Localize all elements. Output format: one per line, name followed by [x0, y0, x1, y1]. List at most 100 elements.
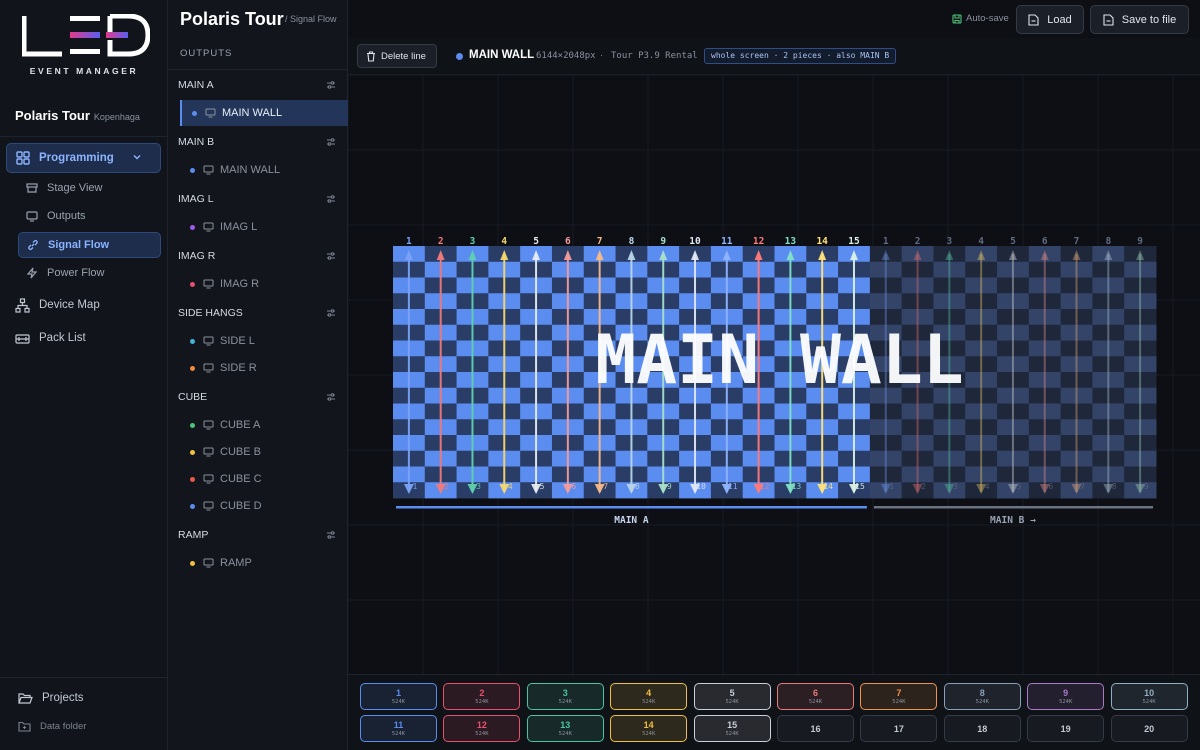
- port-tile[interactable]: 12 524K: [443, 715, 521, 742]
- nav-data-folder[interactable]: Data folder: [18, 714, 86, 738]
- port-tile[interactable]: 2 524K: [443, 683, 521, 710]
- main-a-label: MAIN A: [614, 515, 649, 526]
- port-tile[interactable]: 8 524K: [943, 683, 1021, 710]
- output-group-header[interactable]: RAMP: [178, 525, 338, 545]
- signal-line-number: 12: [760, 482, 770, 491]
- port-load: 524K: [1142, 699, 1156, 705]
- port-number: 6: [812, 688, 818, 698]
- output-color-dot: [190, 167, 195, 173]
- nav-device-map[interactable]: Device Map: [15, 293, 100, 317]
- nav-data-folder-label: Data folder: [40, 720, 87, 732]
- output-item[interactable]: MAIN WALL: [180, 100, 348, 126]
- nav-projects[interactable]: Projects: [18, 686, 84, 710]
- port-tile[interactable]: 20: [1110, 715, 1188, 742]
- port-number: 2: [479, 688, 485, 698]
- output-item-label: IMAG R: [220, 278, 260, 290]
- main-b-label: MAIN B →: [990, 515, 1036, 526]
- output-item[interactable]: CUBE B: [178, 439, 338, 465]
- nav-pack-list[interactable]: Pack List: [15, 326, 86, 350]
- port-load: 524K: [725, 699, 739, 705]
- sliders-icon[interactable]: [326, 80, 336, 90]
- nav-stage-view[interactable]: Stage View: [26, 177, 102, 199]
- nav-power-flow[interactable]: Power Flow: [26, 262, 104, 284]
- port-tile[interactable]: 13 524K: [526, 715, 604, 742]
- divider: [0, 677, 168, 678]
- screen-resolution: 6144×2048px: [536, 51, 596, 61]
- autosave-indicator[interactable]: Auto-save: [952, 13, 1009, 24]
- load-button[interactable]: Load: [1016, 5, 1084, 34]
- signal-flow-stage[interactable]: 1122334455667788991010111112121313141415…: [348, 75, 1200, 675]
- sliders-icon[interactable]: [326, 251, 336, 261]
- ports-panel: 1 524K 2 524K 3 524K 4 524K 5 524K 6 524K 7 524K 8 524K…: [348, 674, 1200, 750]
- port-tile[interactable]: 18: [943, 715, 1021, 742]
- output-item[interactable]: IMAG L: [178, 214, 338, 240]
- output-item[interactable]: SIDE L: [178, 328, 338, 354]
- port-tile[interactable]: 7 524K: [860, 683, 938, 710]
- output-color-dot: [190, 422, 195, 428]
- nav-outputs[interactable]: Outputs: [26, 205, 86, 227]
- port-number: 12: [476, 720, 487, 730]
- output-item[interactable]: IMAG R: [178, 271, 338, 297]
- output-group-header[interactable]: IMAG L: [178, 189, 338, 209]
- port-number: 13: [560, 720, 571, 730]
- monitor-icon: [203, 165, 214, 175]
- port-tile[interactable]: 4 524K: [610, 683, 688, 710]
- port-tile[interactable]: 9 524K: [1027, 683, 1105, 710]
- port-tile[interactable]: 6 524K: [777, 683, 854, 710]
- output-group-label: IMAG R: [178, 250, 216, 262]
- output-item[interactable]: MAIN WALL: [178, 157, 338, 183]
- output-group-header[interactable]: SIDE HANGS: [178, 303, 338, 323]
- signal-line-number: 6: [571, 482, 576, 491]
- port-tile[interactable]: 5 524K: [693, 683, 771, 710]
- output-group-header[interactable]: IMAG R: [178, 246, 338, 266]
- port-tile[interactable]: 14 524K: [610, 715, 688, 742]
- autosave-label: Auto-save: [966, 13, 1009, 24]
- port-tile[interactable]: 11 524K: [360, 715, 437, 742]
- sliders-icon[interactable]: [326, 530, 336, 540]
- output-group-header[interactable]: MAIN B: [178, 132, 338, 152]
- port-number: 1: [395, 688, 401, 698]
- output-group-header[interactable]: MAIN A: [178, 75, 338, 95]
- nav-programming[interactable]: Programming: [6, 143, 161, 173]
- port-load: 524K: [892, 699, 906, 705]
- output-group-header[interactable]: CUBE: [178, 387, 338, 407]
- monitor-icon: [203, 279, 214, 289]
- port-tile[interactable]: 10 524K: [1110, 683, 1188, 710]
- port-tile[interactable]: 1 524K: [360, 683, 437, 710]
- port-tile[interactable]: 16: [777, 715, 854, 742]
- port-load: 524K: [391, 699, 406, 705]
- signal-line-number: 11: [728, 482, 738, 491]
- project-name: Polaris Tour Kopenhaga: [15, 108, 140, 123]
- port-tile[interactable]: 3 524K: [526, 683, 604, 710]
- port-number: 17: [893, 724, 904, 734]
- sliders-icon[interactable]: [326, 194, 336, 204]
- signal-line-number: 10: [696, 482, 706, 491]
- delete-line-button[interactable]: Delete line: [357, 44, 437, 68]
- sliders-icon[interactable]: [326, 308, 336, 318]
- output-color-dot: [190, 449, 195, 455]
- signal-line-number: 8: [629, 236, 635, 247]
- output-item[interactable]: RAMP: [178, 550, 338, 576]
- monitor-icon: [203, 447, 214, 457]
- port-load: 524K: [558, 731, 572, 737]
- signal-line-number: 13: [785, 236, 797, 247]
- screen-kit: Tour P3.9 Rental: [611, 51, 698, 61]
- nav-signal-flow[interactable]: Signal Flow: [18, 232, 161, 258]
- save-to-file-button[interactable]: Save to file: [1090, 5, 1189, 34]
- output-item[interactable]: CUBE C: [178, 466, 338, 492]
- monitor-icon: [203, 474, 214, 484]
- output-item[interactable]: CUBE A: [178, 412, 338, 438]
- port-tile[interactable]: 19: [1027, 715, 1105, 742]
- sliders-icon[interactable]: [326, 137, 336, 147]
- output-item[interactable]: SIDE R: [178, 355, 338, 381]
- signal-line-number: 1: [883, 236, 889, 247]
- port-tile[interactable]: 15 524K: [693, 715, 771, 742]
- port-number: 9: [1063, 688, 1069, 698]
- network-icon: [15, 297, 30, 313]
- signal-line-number: 6: [565, 236, 571, 247]
- output-item[interactable]: CUBE D: [178, 493, 338, 519]
- port-tile[interactable]: 17: [860, 715, 938, 742]
- nav-outputs-label: Outputs: [47, 210, 86, 222]
- sliders-icon[interactable]: [326, 392, 336, 402]
- output-group-label: IMAG L: [178, 193, 214, 205]
